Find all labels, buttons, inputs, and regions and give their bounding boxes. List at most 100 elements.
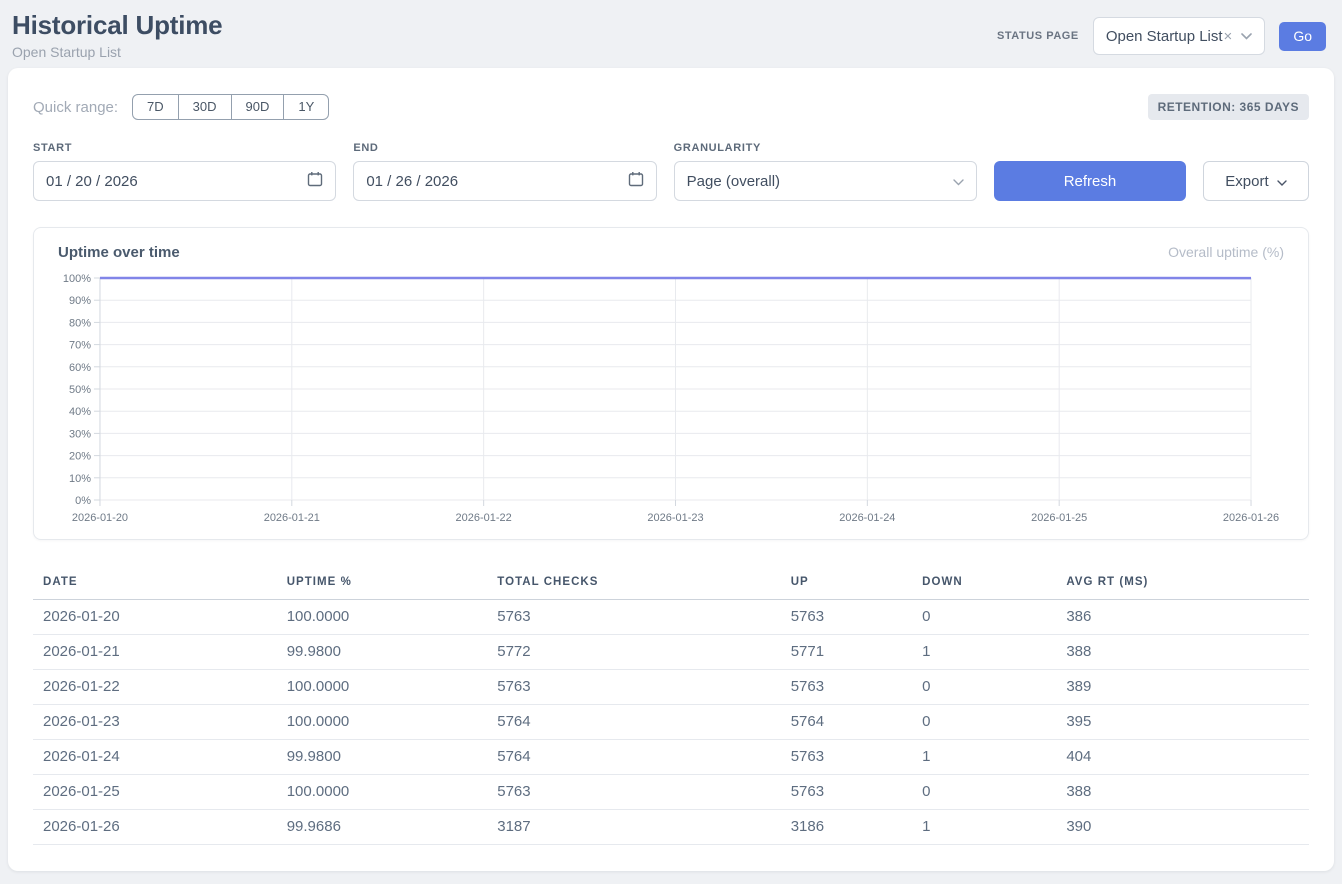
start-label: START xyxy=(33,142,336,154)
svg-text:90%: 90% xyxy=(69,295,91,307)
svg-text:20%: 20% xyxy=(69,451,91,463)
table-cell: 388 xyxy=(1056,775,1309,810)
table-cell: 386 xyxy=(1056,600,1309,635)
column-header: DOWN xyxy=(912,566,1056,600)
table-cell: 5763 xyxy=(487,670,780,705)
export-button[interactable]: Export xyxy=(1203,161,1309,201)
granularity-select[interactable]: Page (overall) xyxy=(674,161,977,201)
table-cell: 389 xyxy=(1056,670,1309,705)
table-cell: 0 xyxy=(912,670,1056,705)
table-cell: 5763 xyxy=(781,740,912,775)
status-page-select[interactable]: Open Startup List × xyxy=(1093,17,1266,55)
end-date-input[interactable]: 01 / 26 / 2026 xyxy=(353,161,656,201)
table-cell: 100.0000 xyxy=(277,775,488,810)
table-cell: 100.0000 xyxy=(277,670,488,705)
table-cell: 5763 xyxy=(487,775,780,810)
quick-range-row: Quick range: 7D30D90D1Y RETENTION: 365 D… xyxy=(33,94,1309,120)
start-date-field: START 01 / 20 / 2026 xyxy=(33,142,336,201)
table-cell: 5763 xyxy=(781,670,912,705)
table-cell: 2026-01-21 xyxy=(33,635,277,670)
table-cell: 5771 xyxy=(781,635,912,670)
uptime-chart-svg: 0%10%20%30%40%50%60%70%80%90%100%2026-01… xyxy=(58,269,1284,527)
table-row: 2026-01-22100.0000576357630389 xyxy=(33,670,1309,705)
status-page-label: STATUS PAGE xyxy=(997,30,1079,42)
table-header-row: DATEUPTIME %TOTAL CHECKSUPDOWNAVG RT (MS… xyxy=(33,566,1309,600)
calendar-icon[interactable] xyxy=(307,171,323,191)
svg-text:0%: 0% xyxy=(75,495,91,507)
table-cell: 0 xyxy=(912,705,1056,740)
table-cell: 5763 xyxy=(487,600,780,635)
column-header: UPTIME % xyxy=(277,566,488,600)
table-cell: 99.9800 xyxy=(277,635,488,670)
calendar-icon[interactable] xyxy=(628,171,644,191)
table-cell: 99.9686 xyxy=(277,810,488,845)
quick-range-30d[interactable]: 30D xyxy=(178,94,232,120)
table-cell: 100.0000 xyxy=(277,600,488,635)
start-date-input[interactable]: 01 / 20 / 2026 xyxy=(33,161,336,201)
svg-text:60%: 60% xyxy=(69,362,91,374)
table-cell: 5764 xyxy=(487,705,780,740)
header-right: STATUS PAGE Open Startup List × Go xyxy=(997,10,1326,55)
chevron-down-icon xyxy=(953,173,964,190)
column-header: UP xyxy=(781,566,912,600)
table-cell: 2026-01-22 xyxy=(33,670,277,705)
granularity-label: GRANULARITY xyxy=(674,142,977,154)
table-row: 2026-01-23100.0000576457640395 xyxy=(33,705,1309,740)
top-header: Historical Uptime Open Startup List STAT… xyxy=(0,0,1342,68)
table-cell: 2026-01-24 xyxy=(33,740,277,775)
table-cell: 3187 xyxy=(487,810,780,845)
quick-range-7d[interactable]: 7D xyxy=(132,94,179,120)
svg-text:2026-01-25: 2026-01-25 xyxy=(1031,512,1087,524)
svg-text:2026-01-26: 2026-01-26 xyxy=(1223,512,1279,524)
table-cell: 1 xyxy=(912,740,1056,775)
column-header: DATE xyxy=(33,566,277,600)
table-cell: 5764 xyxy=(781,705,912,740)
uptime-chart-card: Uptime over time Overall uptime (%) 0%10… xyxy=(33,227,1309,540)
table-cell: 2026-01-23 xyxy=(33,705,277,740)
quick-range-90d[interactable]: 90D xyxy=(231,94,285,120)
go-button[interactable]: Go xyxy=(1279,22,1326,51)
granularity-field: GRANULARITY Page (overall) xyxy=(674,142,977,201)
table-cell: 1 xyxy=(912,810,1056,845)
page-title: Historical Uptime xyxy=(12,10,222,41)
title-block: Historical Uptime Open Startup List xyxy=(12,10,222,60)
quick-range-label: Quick range: xyxy=(33,99,118,116)
table-cell: 2026-01-25 xyxy=(33,775,277,810)
chevron-down-icon xyxy=(1277,173,1287,190)
main-panel: Quick range: 7D30D90D1Y RETENTION: 365 D… xyxy=(8,68,1334,871)
page-subtitle: Open Startup List xyxy=(12,44,222,60)
table-cell: 2026-01-26 xyxy=(33,810,277,845)
granularity-value: Page (overall) xyxy=(687,173,780,190)
svg-text:100%: 100% xyxy=(63,273,91,285)
svg-text:50%: 50% xyxy=(69,384,91,396)
svg-text:80%: 80% xyxy=(69,317,91,329)
svg-text:30%: 30% xyxy=(69,428,91,440)
table-cell: 0 xyxy=(912,775,1056,810)
table-cell: 99.9800 xyxy=(277,740,488,775)
quick-range-group: 7D30D90D1Y xyxy=(132,94,329,120)
table-cell: 390 xyxy=(1056,810,1309,845)
refresh-button[interactable]: Refresh xyxy=(994,161,1186,201)
svg-text:2026-01-21: 2026-01-21 xyxy=(264,512,320,524)
table-body: 2026-01-20100.00005763576303862026-01-21… xyxy=(33,600,1309,845)
export-label: Export xyxy=(1225,173,1268,190)
table-row: 2026-01-2699.9686318731861390 xyxy=(33,810,1309,845)
table-cell: 388 xyxy=(1056,635,1309,670)
clear-icon[interactable]: × xyxy=(1224,28,1233,45)
table-row: 2026-01-25100.0000576357630388 xyxy=(33,775,1309,810)
start-date-value: 01 / 20 / 2026 xyxy=(46,173,138,190)
status-page-value: Open Startup List xyxy=(1106,28,1223,45)
end-date-value: 01 / 26 / 2026 xyxy=(366,173,458,190)
filter-row: START 01 / 20 / 2026 END 01 / 26 / 2026 … xyxy=(33,142,1309,201)
svg-text:40%: 40% xyxy=(69,406,91,418)
table-cell: 2026-01-20 xyxy=(33,600,277,635)
quick-range-1y[interactable]: 1Y xyxy=(283,94,329,120)
table-row: 2026-01-2199.9800577257711388 xyxy=(33,635,1309,670)
svg-text:2026-01-24: 2026-01-24 xyxy=(839,512,895,524)
retention-badge: RETENTION: 365 DAYS xyxy=(1148,94,1309,120)
chart-legend-label: Overall uptime (%) xyxy=(1168,244,1284,260)
end-label: END xyxy=(353,142,656,154)
column-header: TOTAL CHECKS xyxy=(487,566,780,600)
table-cell: 5772 xyxy=(487,635,780,670)
table-cell: 5763 xyxy=(781,775,912,810)
